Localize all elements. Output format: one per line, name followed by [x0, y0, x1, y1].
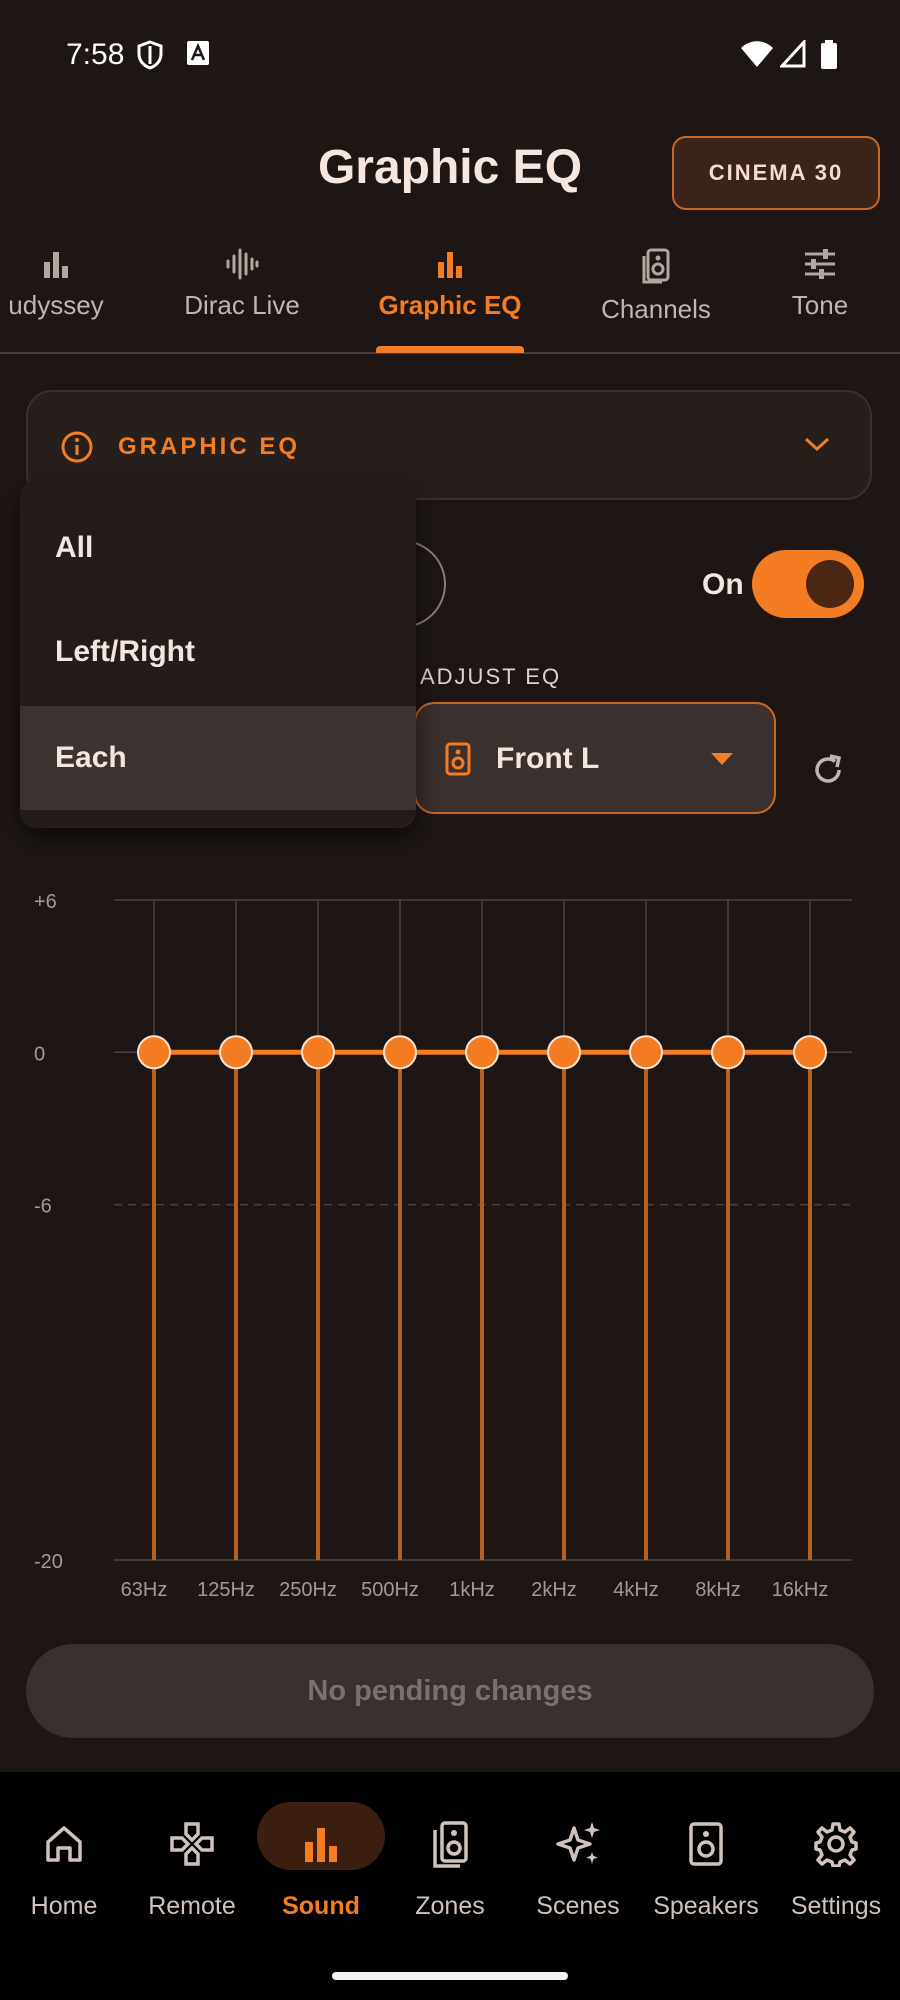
tab-label: Channels [601, 294, 711, 324]
nav-settings[interactable]: Settings [772, 1812, 900, 1921]
info-card-label: GRAPHIC EQ [118, 433, 301, 460]
pending-changes-button[interactable]: No pending changes [26, 1644, 874, 1738]
menu-item-left-right[interactable]: Left/Right [20, 600, 416, 704]
x-tick-label: 2kHz [531, 1579, 577, 1601]
signal-icon [780, 40, 806, 68]
y-tick-label: +6 [34, 891, 57, 913]
x-tick-label: 1kHz [449, 1579, 495, 1601]
eq-band-handle[interactable] [465, 1035, 499, 1070]
nav-remote[interactable]: Remote [128, 1812, 256, 1921]
nav-label: Remote [148, 1892, 236, 1920]
nav-scenes[interactable]: Scenes [514, 1812, 642, 1921]
wifi-icon [741, 41, 773, 67]
tab-dirac-live[interactable]: Dirac Live [152, 248, 332, 321]
eq-band-handle[interactable] [219, 1035, 253, 1070]
chevron-down-icon[interactable] [802, 434, 832, 454]
bar-chart-icon [305, 1828, 337, 1862]
x-tick-label: 125Hz [197, 1579, 255, 1601]
tab-graphic-eq[interactable]: Graphic EQ [360, 248, 540, 321]
eq-band-handle[interactable] [301, 1035, 335, 1070]
shield-icon [137, 40, 163, 70]
preset-label: CINEMA 30 [708, 160, 844, 185]
notification-a-icon [187, 41, 209, 65]
tab-channels[interactable]: Channels [566, 248, 746, 325]
x-tick-label: 4kHz [613, 1579, 659, 1601]
nav-zones[interactable]: Zones [386, 1812, 514, 1921]
x-tick-label: 8kHz [695, 1579, 741, 1601]
menu-item-each[interactable]: Each [20, 706, 416, 810]
eq-band-handle[interactable] [547, 1035, 581, 1070]
y-tick-label: -6 [34, 1196, 52, 1218]
nav-label: Settings [790, 1892, 882, 1920]
y-tick-label: -20 [34, 1551, 63, 1573]
nav-home[interactable]: Home [0, 1812, 128, 1921]
nav-sound[interactable]: Sound [257, 1812, 385, 1921]
tab-label: Graphic EQ [378, 290, 522, 320]
speaker-icon [445, 742, 471, 776]
status-time: 7:58 [66, 38, 125, 71]
bar-chart-icon [44, 252, 68, 278]
eq-band-handle[interactable] [137, 1035, 171, 1070]
eq-band-handle[interactable] [629, 1035, 663, 1070]
eq-band-handle[interactable] [711, 1035, 745, 1070]
waveform-icon [226, 248, 259, 280]
menu-item-all[interactable]: All [20, 496, 416, 600]
tab-audyssey[interactable]: udyssey [0, 248, 146, 321]
menu-item-label: Each [55, 741, 127, 774]
menu-item-label: All [55, 531, 94, 564]
pending-changes-label: No pending changes [307, 1674, 593, 1707]
nav-speakers[interactable]: Speakers [642, 1812, 770, 1921]
nav-label: Scenes [536, 1892, 620, 1920]
y-tick-label: 0 [34, 1043, 45, 1065]
nav-label: Speakers [653, 1892, 759, 1920]
x-tick-label: 16kHz [772, 1579, 829, 1601]
speakers-icon [642, 248, 670, 284]
eq-chart[interactable]: +6 0 -6 -20 63Hz 125Hz 250Hz 500Hz 1kHz 2kHz 4kHz 8… [0, 870, 900, 1610]
channel-select-value: Front L [496, 742, 600, 775]
sparkles-icon [556, 1822, 600, 1864]
gear-icon [814, 1822, 858, 1867]
adjust-eq-label: ADJUST EQ [420, 664, 562, 689]
tab-label: Dirac Live [184, 290, 300, 320]
tab-tone[interactable]: Tone [730, 248, 900, 321]
preset-button[interactable]: CINEMA 30 [672, 136, 880, 210]
menu-item-label: Left/Right [55, 635, 195, 668]
nav-label: Sound [282, 1892, 360, 1920]
tab-label: Tone [791, 290, 849, 320]
eq-band-handle[interactable] [383, 1035, 417, 1070]
dropdown-arrow-icon [711, 753, 733, 765]
home-icon [46, 1826, 82, 1862]
sliders-icon [805, 249, 835, 279]
eq-toggle-thumb [806, 560, 854, 608]
speakers-icon [433, 1821, 468, 1868]
nav-label: Zones [415, 1892, 485, 1920]
bar-chart-icon [438, 252, 462, 278]
x-tick-label: 500Hz [361, 1579, 419, 1601]
speaker-icon [689, 1822, 723, 1866]
gamepad-icon [170, 1822, 214, 1866]
tab-label: udyssey [8, 290, 104, 320]
info-icon [61, 431, 93, 463]
nav-label: Home [30, 1892, 98, 1920]
battery-icon [821, 40, 837, 69]
home-indicator [332, 1972, 568, 1980]
eq-toggle-label: On [702, 568, 744, 601]
reset-icon[interactable] [810, 752, 846, 788]
active-tab-indicator [376, 346, 524, 353]
x-tick-label: 250Hz [279, 1579, 337, 1601]
x-tick-label: 63Hz [121, 1579, 168, 1601]
eq-band-handle[interactable] [793, 1035, 827, 1070]
